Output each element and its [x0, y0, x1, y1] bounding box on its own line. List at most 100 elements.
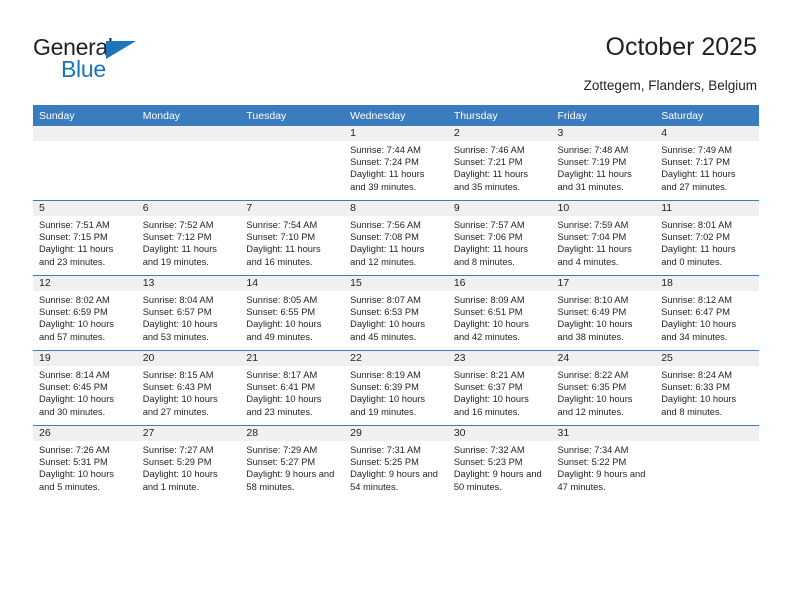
calendar-week-row: 12 Sunrise: 8:02 AM Sunset: 6:59 PM Dayligh… [33, 275, 759, 351]
sunrise-text: Sunrise: 8:09 AM [453, 295, 525, 305]
sunset-text: Sunset: 5:27 PM [246, 457, 316, 468]
daylight-text: Daylight: 10 hours and 42 minutes. [453, 319, 529, 342]
calendar-day-cell[interactable]: 28 Sunrise: 7:29 AM Sunset: 5:27 PM Dayligh… [240, 425, 345, 500]
calendar-day-cell[interactable]: 13 Sunrise: 8:04 AM Sunset: 6:57 PM Dayligh… [136, 275, 241, 351]
calendar-day-cell[interactable]: 14 Sunrise: 8:05 AM Sunset: 6:55 PM Dayligh… [240, 275, 345, 351]
day-box: 1 Sunrise: 7:44 AM Sunset: 7:24 PM Daylight… [344, 126, 448, 200]
calendar-day-cell[interactable]: 20 Sunrise: 8:15 AM Sunset: 6:43 PM Dayligh… [136, 350, 241, 426]
calendar-day-cell[interactable]: 10 Sunrise: 7:59 AM Sunset: 7:04 PM Dayligh… [551, 200, 656, 276]
day-box: 11 Sunrise: 8:01 AM Sunset: 7:02 PM Dayligh… [655, 201, 759, 275]
calendar-day-cell[interactable]: 23 Sunrise: 8:21 AM Sunset: 6:37 PM Dayligh… [447, 350, 552, 426]
daylight-text: Daylight: 11 hours and 27 minutes. [661, 169, 736, 192]
sunrise-text: Sunrise: 7:59 AM [557, 220, 629, 230]
calendar-day-cell[interactable]: 3 Sunrise: 7:48 AM Sunset: 7:19 PM Daylight… [551, 126, 656, 201]
calendar-day-cell[interactable]: 8 Sunrise: 7:56 AM Sunset: 7:08 PM Daylight… [344, 200, 448, 276]
day-details: Sunrise: 8:09 AM Sunset: 6:51 PM Daylight:… [448, 291, 552, 343]
day-details: Sunrise: 8:12 AM Sunset: 6:47 PM Daylight:… [655, 291, 759, 343]
day-number: 30 [447, 426, 552, 441]
day-box: 9 Sunrise: 7:57 AM Sunset: 7:06 PM Daylight… [447, 201, 552, 275]
calendar-day-cell[interactable]: 4 Sunrise: 7:49 AM Sunset: 7:17 PM Daylight… [655, 126, 759, 201]
calendar-day-cell[interactable]: 1 Sunrise: 7:44 AM Sunset: 7:24 PM Daylight… [344, 126, 448, 201]
calendar-day-cell[interactable]: 22 Sunrise: 8:19 AM Sunset: 6:39 PM Dayligh… [344, 350, 448, 426]
sunrise-text: Sunrise: 7:26 AM [39, 445, 110, 455]
calendar-day-cell[interactable]: 30 Sunrise: 7:32 AM Sunset: 5:23 PM Dayligh… [447, 425, 552, 500]
sunrise-text: Sunrise: 7:44 AM [350, 145, 421, 155]
day-details: Sunrise: 7:44 AM Sunset: 7:24 PM Daylight:… [344, 141, 448, 193]
day-details: Sunrise: 8:04 AM Sunset: 6:57 PM Daylight:… [137, 291, 241, 343]
calendar-day-cell[interactable]: 17 Sunrise: 8:10 AM Sunset: 6:49 PM Dayligh… [551, 275, 656, 351]
daylight-text: Daylight: 10 hours and 34 minutes. [661, 319, 737, 342]
calendar-day-cell[interactable]: 29 Sunrise: 7:31 AM Sunset: 5:25 PM Dayligh… [344, 425, 448, 500]
day-box: 29 Sunrise: 7:31 AM Sunset: 5:25 PM Dayligh… [344, 426, 448, 500]
sunrise-text: Sunrise: 8:17 AM [246, 370, 318, 380]
calendar-day-cell[interactable]: 27 Sunrise: 7:27 AM Sunset: 5:29 PM Dayligh… [136, 425, 241, 500]
calendar-day-cell[interactable]: 12 Sunrise: 8:02 AM Sunset: 6:59 PM Dayligh… [33, 275, 137, 351]
sunrise-text: Sunrise: 8:14 AM [39, 370, 110, 380]
daylight-text: Daylight: 11 hours and 12 minutes. [350, 244, 425, 267]
day-box: 17 Sunrise: 8:10 AM Sunset: 6:49 PM Dayligh… [551, 276, 656, 350]
day-details: Sunrise: 7:49 AM Sunset: 7:17 PM Daylight:… [655, 141, 759, 193]
general-blue-logo[interactable]: General Blue [33, 34, 213, 84]
daylight-text: Daylight: 10 hours and 27 minutes. [142, 394, 218, 417]
calendar-day-cell[interactable]: 7 Sunrise: 7:54 AM Sunset: 7:10 PM Daylight… [240, 200, 345, 276]
day-details: Sunrise: 7:52 AM Sunset: 7:12 PM Daylight:… [137, 216, 241, 268]
day-number: 31 [551, 426, 656, 441]
day-details: Sunrise: 7:46 AM Sunset: 7:21 PM Daylight:… [448, 141, 552, 193]
calendar-day-cell[interactable]: 26 Sunrise: 7:26 AM Sunset: 5:31 PM Dayligh… [33, 425, 137, 500]
calendar-day-cell[interactable]: 2 Sunrise: 7:46 AM Sunset: 7:21 PM Daylight… [447, 126, 552, 201]
daylight-text: Daylight: 10 hours and 30 minutes. [39, 394, 114, 417]
calendar-day-cell[interactable]: 21 Sunrise: 8:17 AM Sunset: 6:41 PM Dayligh… [240, 350, 345, 426]
day-box: 24 Sunrise: 8:22 AM Sunset: 6:35 PM Dayligh… [551, 351, 656, 425]
sunrise-text: Sunrise: 7:27 AM [142, 445, 214, 455]
day-details: Sunrise: 8:17 AM Sunset: 6:41 PM Daylight:… [240, 366, 344, 418]
day-box [655, 426, 759, 500]
calendar-day-cell[interactable]: 19 Sunrise: 8:14 AM Sunset: 6:45 PM Dayligh… [33, 350, 137, 426]
day-details: Sunrise: 8:02 AM Sunset: 6:59 PM Daylight:… [33, 291, 137, 343]
logo-text-blue: Blue [61, 56, 106, 82]
calendar-day-cell[interactable]: 24 Sunrise: 8:22 AM Sunset: 6:35 PM Dayligh… [551, 350, 656, 426]
calendar-day-cell[interactable]: 18 Sunrise: 8:12 AM Sunset: 6:47 PM Dayligh… [655, 275, 759, 351]
sunset-text: Sunset: 6:51 PM [453, 307, 523, 318]
day-details: Sunrise: 8:10 AM Sunset: 6:49 PM Daylight:… [552, 291, 656, 343]
day-box: 22 Sunrise: 8:19 AM Sunset: 6:39 PM Dayligh… [344, 351, 448, 425]
calendar-day-cell[interactable]: 15 Sunrise: 8:07 AM Sunset: 6:53 PM Dayligh… [344, 275, 448, 351]
day-number: 16 [447, 276, 552, 291]
calendar-day-cell[interactable]: 31 Sunrise: 7:34 AM Sunset: 5:22 PM Dayligh… [551, 425, 656, 500]
day-box: 27 Sunrise: 7:27 AM Sunset: 5:29 PM Dayligh… [136, 426, 241, 500]
daylight-text: Daylight: 9 hours and 47 minutes. [557, 469, 646, 492]
triangle-icon [106, 41, 136, 59]
day-box: 16 Sunrise: 8:09 AM Sunset: 6:51 PM Dayligh… [447, 276, 552, 350]
day-details: Sunrise: 8:24 AM Sunset: 6:33 PM Daylight:… [655, 366, 759, 418]
sunrise-text: Sunrise: 7:31 AM [350, 445, 421, 455]
sunset-text: Sunset: 7:02 PM [661, 232, 730, 243]
sunset-text: Sunset: 5:23 PM [453, 457, 523, 468]
sunset-text: Sunset: 6:37 PM [453, 382, 523, 393]
sunset-text: Sunset: 7:15 PM [39, 232, 108, 243]
sunset-text: Sunset: 6:49 PM [557, 307, 627, 318]
daylight-text: Daylight: 10 hours and 49 minutes. [246, 319, 322, 342]
day-number [240, 126, 345, 141]
day-box: 10 Sunrise: 7:59 AM Sunset: 7:04 PM Dayligh… [551, 201, 656, 275]
daylight-text: Daylight: 9 hours and 54 minutes. [350, 469, 438, 492]
sunset-text: Sunset: 6:53 PM [350, 307, 419, 318]
calendar-day-cell[interactable]: 9 Sunrise: 7:57 AM Sunset: 7:06 PM Daylight… [447, 200, 552, 276]
calendar-day-cell[interactable]: 6 Sunrise: 7:52 AM Sunset: 7:12 PM Daylight… [136, 200, 241, 276]
weekday-header-wednesday: Wednesday [344, 105, 448, 126]
calendar-day-cell[interactable]: 5 Sunrise: 7:51 AM Sunset: 7:15 PM Daylight… [33, 200, 137, 276]
day-details: Sunrise: 8:07 AM Sunset: 6:53 PM Daylight:… [344, 291, 448, 343]
day-number: 23 [447, 351, 552, 366]
sunset-text: Sunset: 7:08 PM [350, 232, 419, 243]
weekday-header-row: Sunday Monday Tuesday Wednesday Thursday… [33, 105, 759, 126]
sunrise-text: Sunrise: 7:34 AM [557, 445, 629, 455]
day-number: 11 [655, 201, 759, 216]
weekday-header-monday: Monday [136, 105, 241, 126]
sunrise-text: Sunrise: 8:04 AM [142, 295, 214, 305]
day-box: 14 Sunrise: 8:05 AM Sunset: 6:55 PM Dayligh… [240, 276, 345, 350]
sunrise-text: Sunrise: 7:51 AM [39, 220, 110, 230]
daylight-text: Daylight: 11 hours and 16 minutes. [246, 244, 321, 267]
day-number: 4 [655, 126, 759, 141]
calendar-day-cell[interactable]: 11 Sunrise: 8:01 AM Sunset: 7:02 PM Dayligh… [655, 200, 759, 276]
calendar-day-cell[interactable]: 16 Sunrise: 8:09 AM Sunset: 6:51 PM Dayligh… [447, 275, 552, 351]
day-details: Sunrise: 8:21 AM Sunset: 6:37 PM Daylight:… [448, 366, 552, 418]
calendar-day-cell[interactable]: 25 Sunrise: 8:24 AM Sunset: 6:33 PM Dayligh… [655, 350, 759, 426]
